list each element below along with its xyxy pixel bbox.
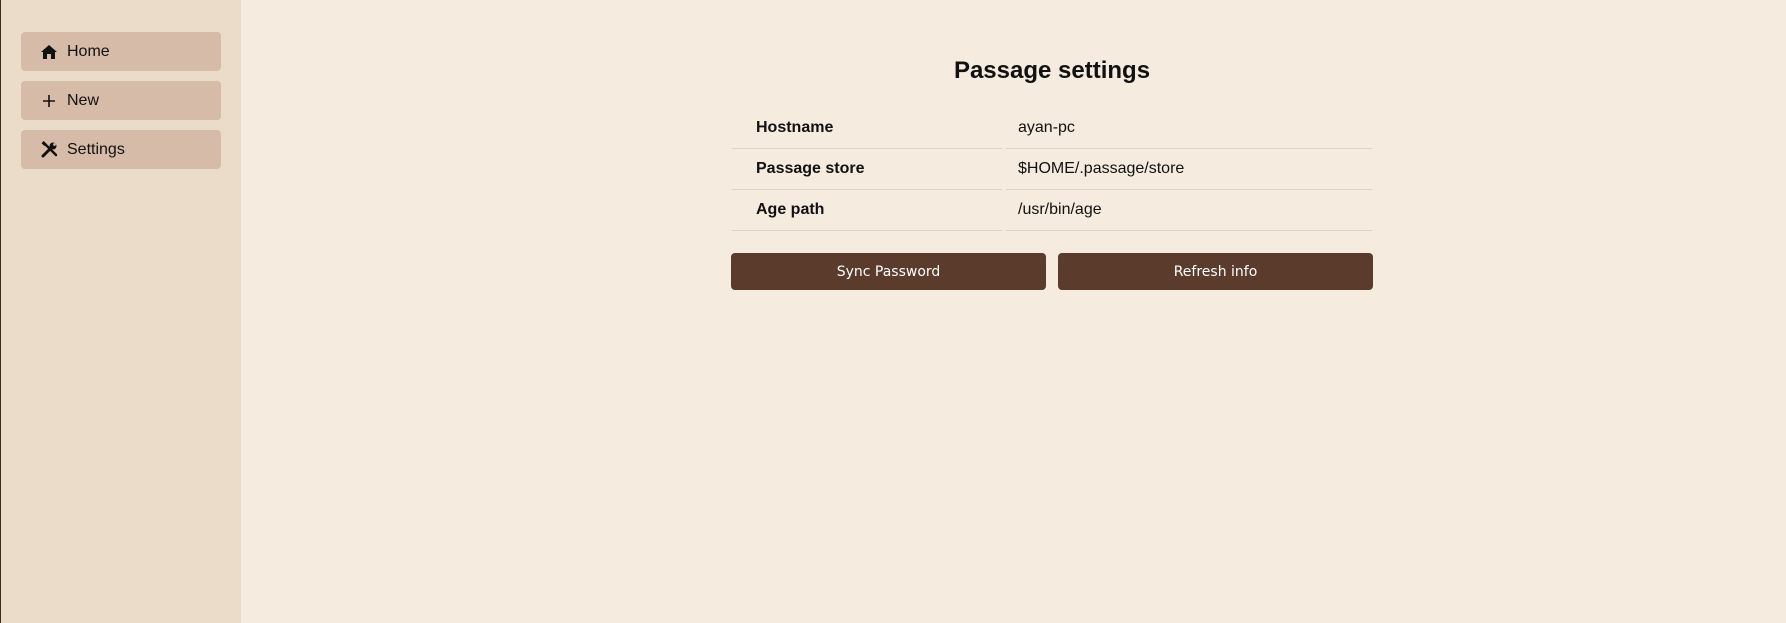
table-row: Hostname ayan-pc: [732, 108, 1372, 149]
app-window: Home New Settings Passage settings Hostn…: [0, 0, 1786, 623]
tools-icon: [39, 140, 59, 160]
setting-key: Age path: [732, 190, 1002, 231]
main-content: Passage settings Hostname ayan-pc Passag…: [241, 0, 1786, 623]
setting-value: /usr/bin/age: [1006, 190, 1372, 231]
table-row: Passage store $HOME/.passage/store: [732, 149, 1372, 190]
action-buttons: Sync Password Refresh info: [728, 253, 1376, 290]
sidebar-item-new[interactable]: New: [21, 81, 221, 120]
page-title: Passage settings: [953, 57, 1151, 84]
setting-key: Passage store: [732, 149, 1002, 190]
home-icon: [39, 42, 59, 62]
setting-value: $HOME/.passage/store: [1006, 149, 1372, 190]
table-row: Age path /usr/bin/age: [732, 190, 1372, 231]
setting-key: Hostname: [732, 108, 1002, 149]
settings-table: Hostname ayan-pc Passage store $HOME/.pa…: [728, 108, 1376, 231]
sidebar-item-label: Home: [67, 42, 110, 60]
setting-value: ayan-pc: [1006, 108, 1372, 149]
sidebar-item-label: New: [67, 91, 100, 109]
refresh-info-button[interactable]: Refresh info: [1058, 253, 1373, 290]
sidebar-item-label: Settings: [67, 140, 125, 158]
settings-panel: Passage settings Hostname ayan-pc Passag…: [728, 56, 1376, 290]
sidebar-item-settings[interactable]: Settings: [21, 130, 221, 169]
sidebar: Home New Settings: [1, 0, 241, 623]
plus-icon: [39, 91, 59, 111]
sync-password-button[interactable]: Sync Password: [731, 253, 1046, 290]
sidebar-item-home[interactable]: Home: [21, 32, 221, 71]
